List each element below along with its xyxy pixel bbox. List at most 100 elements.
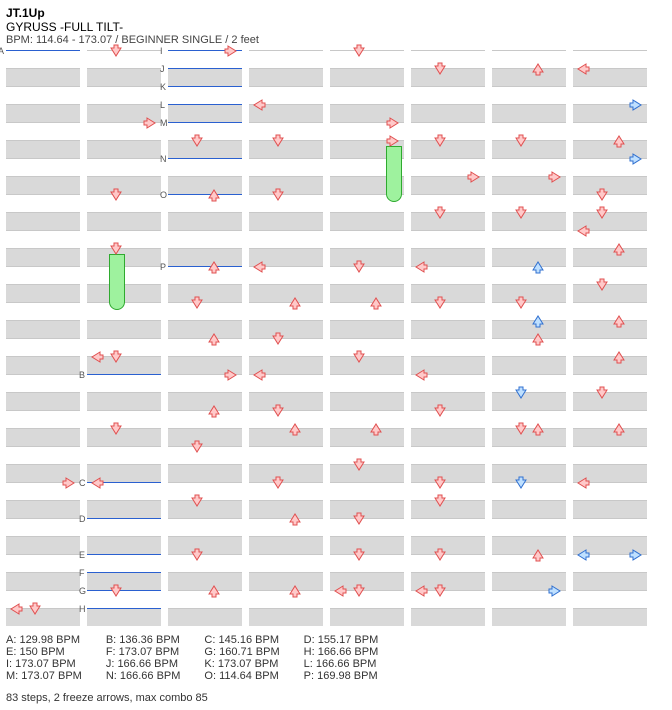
- step-arrow-down: [514, 386, 528, 400]
- bpm-change-line: [168, 122, 242, 123]
- step-arrow-right: [629, 548, 643, 562]
- step-arrow-down: [352, 44, 366, 58]
- bpm-change-line: [168, 194, 242, 195]
- step-arrow-down: [514, 206, 528, 220]
- step-arrow-up: [531, 260, 545, 274]
- step-arrow-down: [433, 494, 447, 508]
- freeze-arrow: [386, 146, 402, 202]
- step-arrow-down: [514, 296, 528, 310]
- step-arrow-left: [9, 602, 23, 616]
- bpm-change-line: [168, 266, 242, 267]
- step-arrow-down: [514, 134, 528, 148]
- bpm-label: D: [79, 514, 86, 524]
- step-arrow-down: [109, 44, 123, 58]
- bpm-label: K: [160, 82, 166, 92]
- chart-info: BPM: 114.64 - 173.07 / BEGINNER SINGLE /…: [6, 34, 672, 46]
- step-arrow-up: [531, 332, 545, 346]
- step-arrow-up: [207, 188, 221, 202]
- header: JT.1Up GYRUSS -FULL TILT- BPM: 114.64 - …: [6, 6, 672, 46]
- step-arrow-up: [612, 134, 626, 148]
- step-arrow-down: [433, 476, 447, 490]
- bpm-change-line: [87, 590, 161, 591]
- bpm-label: P: [160, 262, 166, 272]
- step-arrow-down: [595, 188, 609, 202]
- step-arrow-down: [433, 62, 447, 76]
- song-title: GYRUSS -FULL TILT-: [6, 20, 672, 34]
- step-arrow-down: [433, 584, 447, 598]
- step-arrow-up: [531, 314, 545, 328]
- step-arrow-right: [548, 170, 562, 184]
- step-arrow-right: [467, 170, 481, 184]
- step-arrow-left: [414, 368, 428, 382]
- step-arrow-right: [224, 44, 238, 58]
- step-arrow-down: [271, 134, 285, 148]
- step-arrow-down: [433, 134, 447, 148]
- step-arrow-down: [109, 350, 123, 364]
- chart-column: [249, 50, 323, 626]
- bpm-label: A: [0, 46, 4, 56]
- step-arrow-right: [629, 152, 643, 166]
- step-arrow-down: [271, 476, 285, 490]
- step-arrow-right: [386, 134, 400, 148]
- bpm-label: C: [79, 478, 86, 488]
- step-arrow-up: [612, 242, 626, 256]
- chart-column: [411, 50, 485, 626]
- step-arrow-up: [288, 296, 302, 310]
- step-arrow-down: [595, 386, 609, 400]
- step-arrow-left: [414, 260, 428, 274]
- bpm-label: M: [160, 118, 168, 128]
- step-arrow-up: [207, 260, 221, 274]
- step-arrow-down: [271, 188, 285, 202]
- step-arrow-down: [433, 404, 447, 418]
- step-arrow-down: [433, 548, 447, 562]
- step-arrow-down: [190, 296, 204, 310]
- chart-column: [492, 50, 566, 626]
- step-arrow-right: [224, 368, 238, 382]
- step-arrow-left: [252, 98, 266, 112]
- bpm-col-3: C: 145.16 BPM G: 160.71 BPM K: 173.07 BP…: [204, 634, 279, 682]
- step-arrow-down: [190, 494, 204, 508]
- step-arrow-down: [352, 548, 366, 562]
- step-arrow-down: [433, 296, 447, 310]
- step-arrow-right: [629, 98, 643, 112]
- step-arrow-up: [207, 404, 221, 418]
- step-arrow-up: [207, 332, 221, 346]
- stats-line: 83 steps, 2 freeze arrows, max combo 85: [6, 692, 672, 704]
- step-arrow-down: [190, 134, 204, 148]
- step-arrow-up: [288, 422, 302, 436]
- step-arrow-down: [271, 404, 285, 418]
- bpm-label: I: [160, 46, 163, 56]
- step-arrow-left: [414, 584, 428, 598]
- bpm-table: A: 129.98 BPM E: 150 BPM I: 173.07 BPM M…: [6, 634, 672, 682]
- step-arrow-down: [595, 278, 609, 292]
- step-arrow-left: [333, 584, 347, 598]
- step-arrow-down: [109, 422, 123, 436]
- step-arrow-left: [576, 62, 590, 76]
- bpm-label: F: [79, 568, 85, 578]
- bpm-label: E: [79, 550, 85, 560]
- step-arrow-left: [90, 350, 104, 364]
- step-arrow-down: [109, 188, 123, 202]
- step-arrow-left: [252, 260, 266, 274]
- step-arrow-left: [90, 476, 104, 490]
- bpm-change-line: [87, 572, 161, 573]
- bpm-col-1: A: 129.98 BPM E: 150 BPM I: 173.07 BPM M…: [6, 634, 82, 682]
- bpm-change-line: [87, 374, 161, 375]
- step-arrow-down: [595, 206, 609, 220]
- bpm-label: J: [160, 64, 165, 74]
- step-arrow-left: [576, 476, 590, 490]
- freeze-arrow: [109, 254, 125, 310]
- bpm-label: O: [160, 190, 167, 200]
- step-arrow-left: [576, 224, 590, 238]
- bpm-change-line: [87, 608, 161, 609]
- step-arrow-up: [612, 314, 626, 328]
- step-arrow-down: [433, 206, 447, 220]
- step-arrow-down: [190, 548, 204, 562]
- step-arrow-down: [352, 260, 366, 274]
- step-arrow-left: [576, 548, 590, 562]
- bpm-col-4: D: 155.17 BPM H: 166.66 BPM L: 166.66 BP…: [304, 634, 379, 682]
- step-arrow-up: [207, 584, 221, 598]
- bpm-label: B: [79, 370, 85, 380]
- bpm-change-line: [168, 86, 242, 87]
- step-arrow-up: [369, 296, 383, 310]
